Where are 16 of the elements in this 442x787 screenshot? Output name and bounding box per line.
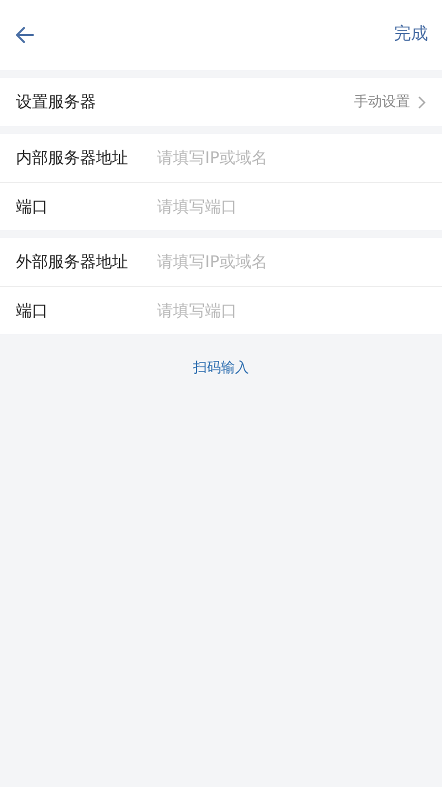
field-label: 端口 (16, 300, 49, 322)
back-arrow-icon (16, 27, 34, 43)
input-field[interactable]: 请填写端口 (157, 194, 426, 218)
setting-value: 手动设置 (354, 92, 410, 112)
server-setting-row[interactable]: 设置服务器 手动设置 (0, 78, 442, 126)
back-button[interactable] (16, 27, 34, 43)
field-label: 内部服务器地址 (16, 147, 129, 169)
input-field[interactable]: 请填写端口 (157, 298, 426, 322)
chevron-right-icon (418, 96, 426, 108)
done-button[interactable]: 完成 (394, 22, 442, 48)
setting-label: 设置服务器 (16, 91, 96, 113)
field-label: 端口 (16, 196, 49, 218)
field-label: 外部服务器地址 (16, 251, 129, 273)
input-field[interactable]: 请填写IP或域名 (157, 250, 426, 274)
scan-link[interactable]: 扫码输入 (193, 358, 249, 379)
input-field[interactable]: 请填写IP或域名 (157, 146, 426, 170)
